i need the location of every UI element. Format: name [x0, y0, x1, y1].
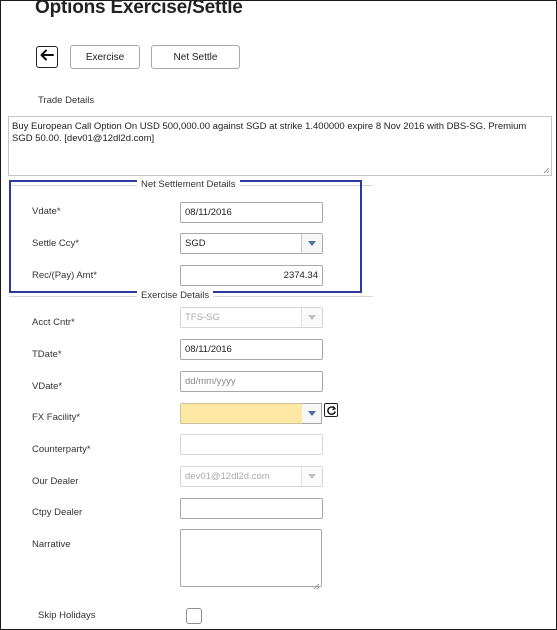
- acct-cntr-select[interactable]: TFS-SG: [180, 307, 323, 328]
- ctpy-dealer-field[interactable]: [180, 498, 323, 519]
- net-settle-button[interactable]: Net Settle: [151, 45, 240, 69]
- settle-ccy-value: SGD: [185, 238, 206, 249]
- narrative-label: Narrative: [32, 539, 71, 550]
- page-title: Options Exercise/Settle: [35, 0, 243, 18]
- fx-facility-label: FX Facility*: [32, 412, 81, 423]
- acct-cntr-label: Acct Cntr*: [32, 317, 75, 328]
- arrow-left-icon: [40, 48, 54, 66]
- net-vdate-value: 08/11/2016: [185, 207, 232, 218]
- exercise-details-title: Exercise Details: [137, 290, 214, 301]
- our-dealer-select[interactable]: dev01@12dl2d.com: [180, 466, 323, 487]
- settle-ccy-select[interactable]: SGD: [180, 233, 323, 254]
- counterparty-label: Counterparty*: [32, 444, 91, 455]
- trade-details-textarea[interactable]: Buy European Call Option On USD 500,000.…: [8, 116, 552, 176]
- skip-holidays-checkbox[interactable]: [186, 608, 202, 624]
- vdate-field[interactable]: dd/mm/yyyy: [180, 371, 323, 392]
- ctpy-dealer-label: Ctpy Dealer: [32, 507, 83, 518]
- trade-details-text: Buy European Call Option On USD 500,000.…: [12, 121, 527, 144]
- narrative-textarea[interactable]: [180, 529, 322, 590]
- vdate-label: VDate*: [32, 381, 63, 392]
- skip-holidays-label: Skip Holidays: [38, 610, 96, 621]
- tdate-value: 08/11/2016: [185, 344, 232, 355]
- resize-grip-icon[interactable]: [542, 166, 550, 174]
- chevron-down-icon[interactable]: [302, 403, 322, 424]
- rec-pay-amt-field[interactable]: 2374.34: [180, 265, 323, 286]
- our-dealer-label: Our Dealer: [32, 476, 79, 487]
- acct-cntr-value: TFS-SG: [185, 312, 220, 323]
- counterparty-field[interactable]: [180, 434, 323, 455]
- rec-pay-amt-label: Rec/(Pay) Amt*: [32, 270, 97, 281]
- net-settlement-title: Net Settlement Details: [137, 179, 240, 190]
- fx-facility-field[interactable]: [180, 403, 303, 424]
- resize-grip-icon[interactable]: [312, 577, 320, 590]
- net-vdate-label: Vdate*: [32, 206, 61, 217]
- tdate-field[interactable]: 08/11/2016: [180, 339, 323, 360]
- chevron-down-icon[interactable]: [301, 234, 322, 253]
- trade-details-label: Trade Details: [38, 95, 95, 106]
- net-vdate-field[interactable]: 08/11/2016: [180, 202, 323, 223]
- chevron-down-icon: [301, 467, 322, 486]
- rec-pay-amt-value: 2374.34: [283, 270, 318, 281]
- settle-ccy-label: Settle Ccy*: [32, 238, 79, 249]
- chevron-down-icon: [301, 308, 322, 327]
- our-dealer-value: dev01@12dl2d.com: [185, 471, 270, 482]
- back-button[interactable]: [36, 46, 58, 68]
- tdate-label: TDate*: [32, 349, 62, 360]
- exercise-button[interactable]: Exercise: [70, 45, 140, 69]
- refresh-icon[interactable]: [324, 403, 338, 417]
- vdate-placeholder: dd/mm/yyyy: [185, 376, 236, 387]
